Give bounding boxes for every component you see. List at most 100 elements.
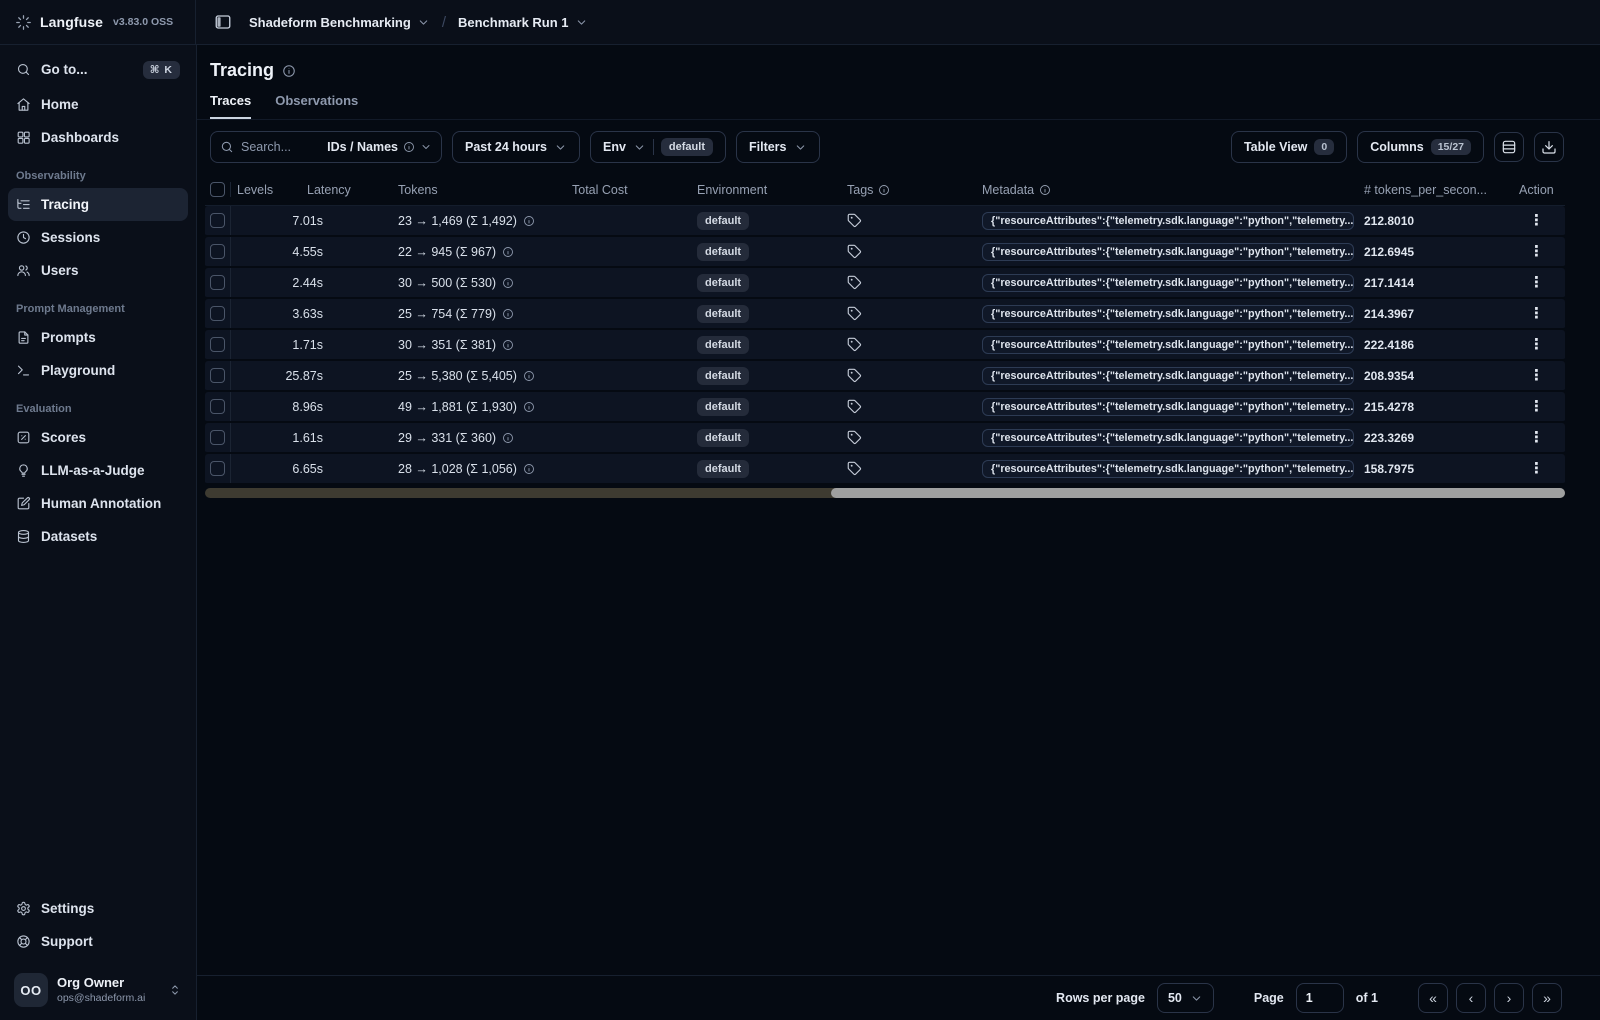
tag-icon[interactable] — [847, 368, 862, 383]
sidebar-item-human-annotation[interactable]: Human Annotation — [8, 487, 188, 520]
table-row[interactable]: 25.87s 25 → 5,380 (Σ 5,405) default {"re… — [205, 361, 1565, 392]
horizontal-scrollbar[interactable] — [205, 488, 1565, 498]
sidebar-item-scores[interactable]: Scores — [8, 421, 188, 454]
row-checkbox[interactable] — [210, 399, 225, 414]
info-icon[interactable] — [502, 246, 514, 258]
page-number-input[interactable] — [1295, 983, 1344, 1013]
tag-icon[interactable] — [847, 213, 862, 228]
table-row[interactable]: 7.01s 23 → 1,469 (Σ 1,492) default {"res… — [205, 206, 1565, 237]
sidebar-item-home[interactable]: Home — [8, 88, 188, 121]
last-page-button[interactable]: » — [1532, 983, 1562, 1013]
info-icon[interactable] — [502, 339, 514, 351]
metadata-pill[interactable]: {"resourceAttributes":{"telemetry.sdk.la… — [982, 397, 1354, 416]
info-icon[interactable] — [502, 432, 514, 444]
columns-button[interactable]: Columns 15/27 — [1357, 131, 1484, 163]
first-page-button[interactable]: « — [1418, 983, 1448, 1013]
metadata-pill[interactable]: {"resourceAttributes":{"telemetry.sdk.la… — [982, 459, 1354, 478]
metadata-pill[interactable]: {"resourceAttributes":{"telemetry.sdk.la… — [982, 273, 1354, 292]
row-checkbox[interactable] — [210, 461, 225, 476]
info-icon[interactable] — [523, 463, 535, 475]
breadcrumb-project[interactable]: Benchmark Run 1 — [458, 15, 588, 30]
tab-traces[interactable]: Traces — [210, 93, 252, 119]
tag-icon[interactable] — [847, 244, 862, 259]
user-menu[interactable]: OO Org Owner ops@shadeform.ai — [8, 966, 188, 1014]
time-range-filter-button[interactable]: Past 24 hours — [452, 131, 580, 163]
column-header-metadata[interactable]: Metadata — [976, 183, 1358, 197]
environment-filter-button[interactable]: Env default — [589, 131, 726, 163]
metadata-pill[interactable]: {"resourceAttributes":{"telemetry.sdk.la… — [982, 211, 1354, 230]
metadata-pill[interactable]: {"resourceAttributes":{"telemetry.sdk.la… — [982, 428, 1354, 447]
tag-icon[interactable] — [847, 306, 862, 321]
table-row[interactable]: 8.96s 49 → 1,881 (Σ 1,930) default {"res… — [205, 392, 1565, 423]
row-height-button[interactable] — [1494, 132, 1524, 162]
table-row[interactable]: 1.71s 30 → 351 (Σ 381) default {"resourc… — [205, 330, 1565, 361]
export-button[interactable] — [1534, 132, 1564, 162]
filters-button[interactable]: Filters — [735, 131, 820, 163]
sidebar-item-datasets[interactable]: Datasets — [8, 520, 188, 553]
info-icon[interactable] — [523, 215, 535, 227]
info-icon[interactable] — [282, 64, 296, 78]
column-header-tags[interactable]: Tags — [841, 183, 976, 197]
row-actions-button[interactable]: ⋮ — [1519, 335, 1554, 354]
info-icon[interactable] — [523, 401, 535, 413]
tag-icon[interactable] — [847, 461, 862, 476]
sidebar-item-tracing[interactable]: Tracing — [8, 188, 188, 221]
sidebar-item-sessions[interactable]: Sessions — [8, 221, 188, 254]
metadata-pill[interactable]: {"resourceAttributes":{"telemetry.sdk.la… — [982, 304, 1354, 323]
metadata-pill[interactable]: {"resourceAttributes":{"telemetry.sdk.la… — [982, 366, 1354, 385]
row-actions-button[interactable]: ⋮ — [1519, 428, 1554, 447]
search-box[interactable]: IDs / Names — [210, 131, 442, 163]
sidebar-toggle-button[interactable] — [209, 8, 237, 36]
tag-icon[interactable] — [847, 399, 862, 414]
tag-icon[interactable] — [847, 275, 862, 290]
row-actions-button[interactable]: ⋮ — [1519, 397, 1554, 416]
row-actions-button[interactable]: ⋮ — [1519, 273, 1554, 292]
column-header-tokens[interactable]: Tokens — [392, 183, 566, 197]
search-mode-dropdown[interactable]: IDs / Names — [327, 140, 432, 154]
column-header-total-cost[interactable]: Total Cost — [566, 183, 691, 197]
metadata-pill[interactable]: {"resourceAttributes":{"telemetry.sdk.la… — [982, 335, 1354, 354]
tab-observations[interactable]: Observations — [275, 93, 358, 119]
sidebar-item-playground[interactable]: Playground — [8, 354, 188, 387]
previous-page-button[interactable]: ‹ — [1456, 983, 1486, 1013]
info-icon[interactable] — [523, 370, 535, 382]
table-view-button[interactable]: Table View 0 — [1230, 131, 1348, 163]
row-checkbox[interactable] — [210, 244, 225, 259]
search-input[interactable] — [241, 140, 321, 154]
scrollbar-thumb[interactable] — [830, 488, 1565, 498]
sidebar-item-llm-as-a-judge[interactable]: LLM-as-a-Judge — [8, 454, 188, 487]
column-header-tokens-per-second[interactable]: # tokens_per_secon... — [1358, 183, 1513, 197]
table-row[interactable]: 4.55s 22 → 945 (Σ 967) default {"resourc… — [205, 237, 1565, 268]
sidebar-item-dashboards[interactable]: Dashboards — [8, 121, 188, 154]
row-actions-button[interactable]: ⋮ — [1519, 211, 1554, 230]
row-actions-button[interactable]: ⋮ — [1519, 459, 1554, 478]
row-checkbox[interactable] — [210, 368, 225, 383]
column-header-latency[interactable]: Latency — [301, 183, 392, 197]
tag-icon[interactable] — [847, 337, 862, 352]
row-checkbox[interactable] — [210, 306, 225, 321]
column-header-levels[interactable]: Levels — [231, 183, 301, 197]
select-all-checkbox[interactable] — [210, 182, 225, 197]
row-actions-button[interactable]: ⋮ — [1519, 366, 1554, 385]
row-checkbox[interactable] — [210, 275, 225, 290]
tag-icon[interactable] — [847, 430, 862, 445]
table-row[interactable]: 3.63s 25 → 754 (Σ 779) default {"resourc… — [205, 299, 1565, 330]
sidebar-item-prompts[interactable]: Prompts — [8, 321, 188, 354]
rows-per-page-select[interactable]: 50 — [1156, 983, 1214, 1013]
sidebar-item-support[interactable]: Support — [8, 925, 188, 958]
sidebar-item-settings[interactable]: Settings — [8, 892, 188, 925]
row-checkbox[interactable] — [210, 213, 225, 228]
table-row[interactable]: 2.44s 30 → 500 (Σ 530) default {"resourc… — [205, 268, 1565, 299]
metadata-pill[interactable]: {"resourceAttributes":{"telemetry.sdk.la… — [982, 242, 1354, 261]
next-page-button[interactable]: › — [1494, 983, 1524, 1013]
row-actions-button[interactable]: ⋮ — [1519, 304, 1554, 323]
row-actions-button[interactable]: ⋮ — [1519, 242, 1554, 261]
info-icon[interactable] — [502, 277, 514, 289]
breadcrumb-org[interactable]: Shadeform Benchmarking — [249, 15, 430, 30]
row-checkbox[interactable] — [210, 430, 225, 445]
info-icon[interactable] — [502, 308, 514, 320]
column-header-environment[interactable]: Environment — [691, 183, 841, 197]
sidebar-item-goto[interactable]: Go to... ⌘ K — [8, 53, 188, 86]
row-checkbox[interactable] — [210, 337, 225, 352]
sidebar-item-users[interactable]: Users — [8, 254, 188, 287]
